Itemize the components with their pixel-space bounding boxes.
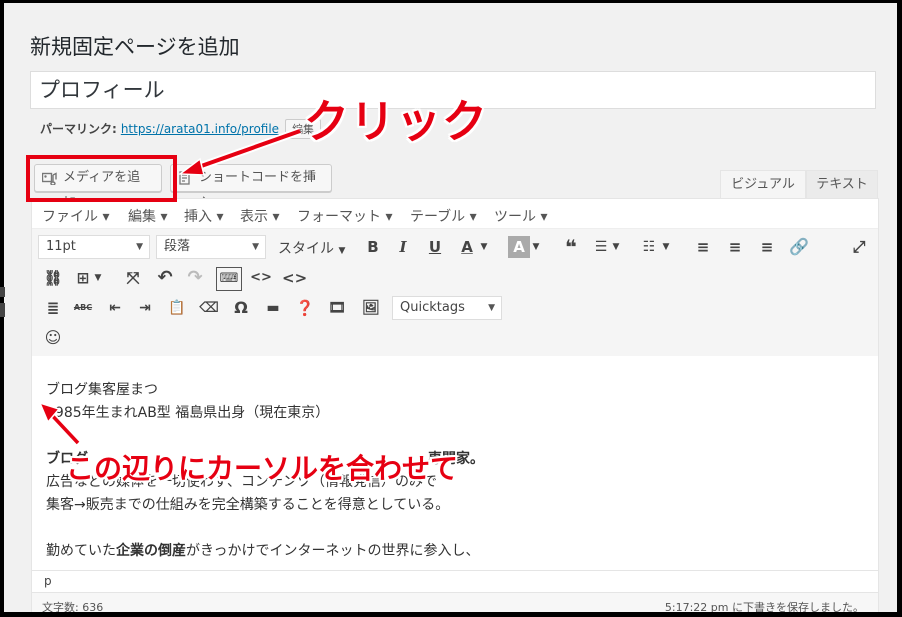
screenshot-frame: 新規固定ページを追加 プロフィール パーマリンク: https://arata01… xyxy=(4,3,897,612)
arrow-to-media-button xyxy=(177,127,302,176)
annotation-click-text: クリック xyxy=(303,95,489,149)
edge-mark xyxy=(0,287,5,297)
edge-mark xyxy=(0,303,5,317)
arrow-to-cursor-position xyxy=(38,401,81,446)
annotation-cursor-text: この辺りにカーソルを合わせて xyxy=(65,452,459,486)
